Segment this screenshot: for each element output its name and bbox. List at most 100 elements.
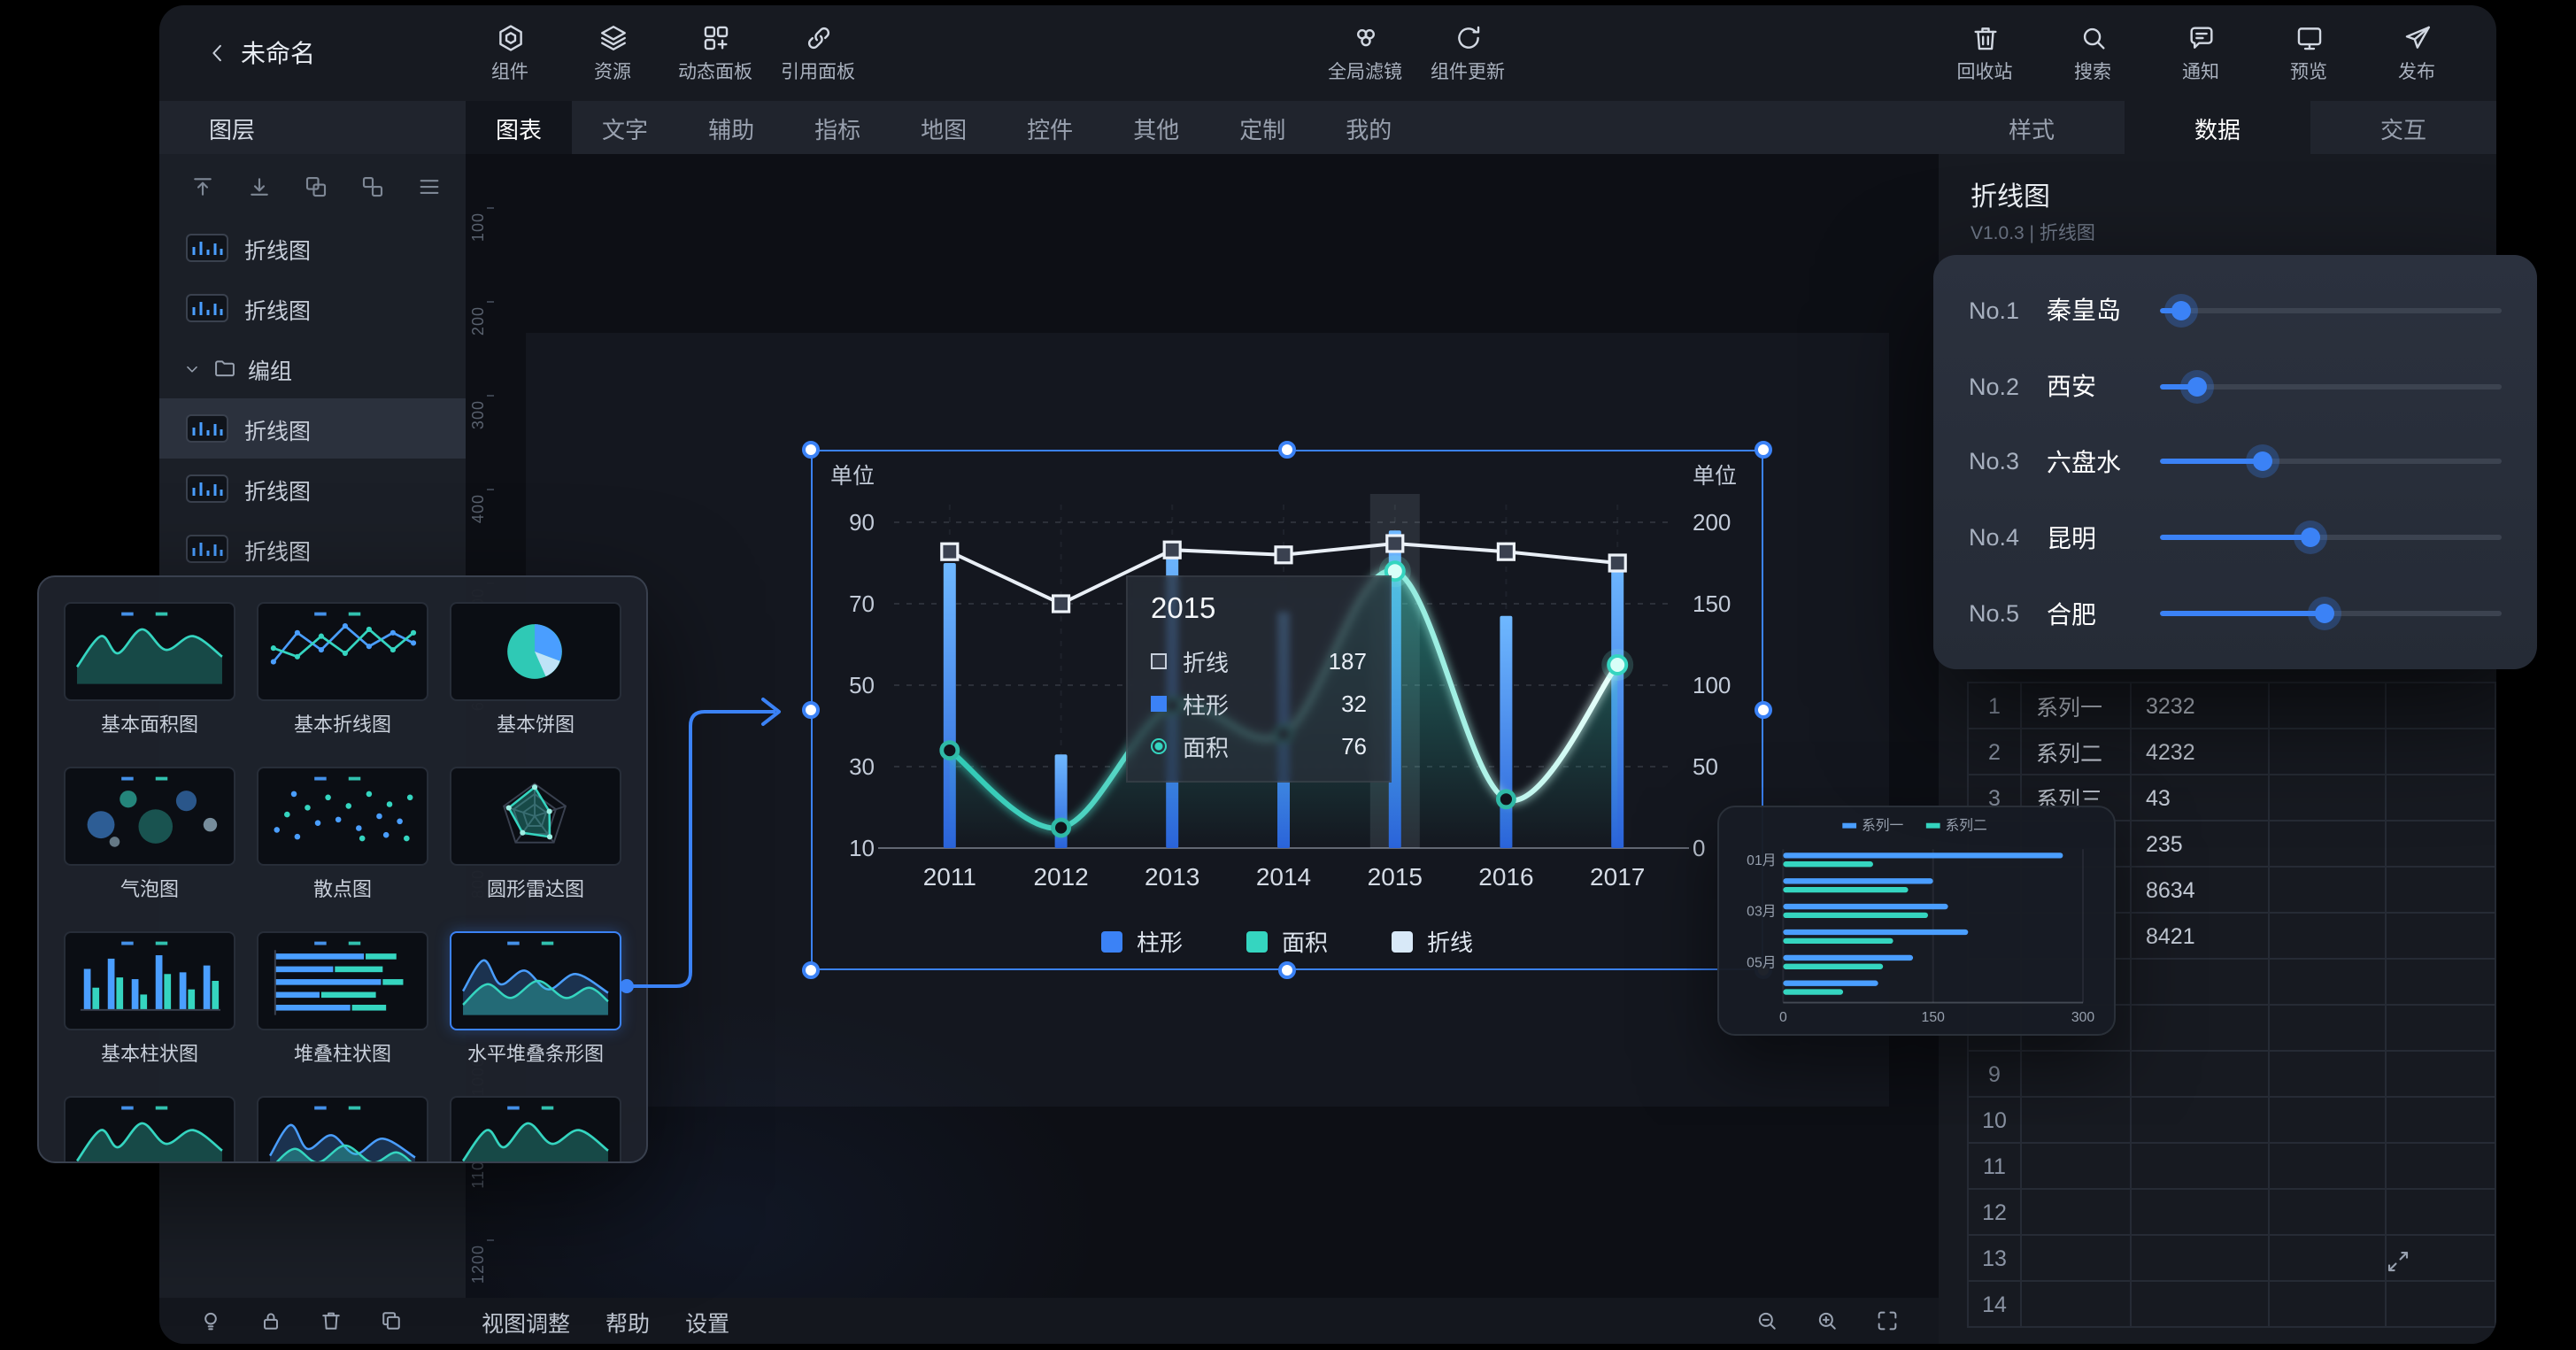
gallery-item-基本面积图[interactable]: 基本面积图 — [64, 602, 235, 738]
slider-thumb[interactable] — [2314, 604, 2333, 623]
category-tab-文字[interactable]: 文字 — [572, 101, 678, 154]
global-filter-tool[interactable]: 全局滤镜 — [1326, 22, 1404, 84]
search-tool[interactable]: 搜索 — [2054, 22, 2132, 84]
gallery-item-散点图[interactable]: 散点图 — [257, 767, 428, 903]
expand-table-icon[interactable] — [2385, 1248, 2411, 1275]
view-adjust-button[interactable]: 视图调整 — [482, 1304, 570, 1338]
value-cell[interactable] — [2132, 1282, 2270, 1326]
legend-item-柱形[interactable]: 柱形 — [1101, 924, 1183, 958]
empty-cell[interactable] — [2387, 1144, 2495, 1188]
gallery-item-partial[interactable] — [450, 1096, 621, 1163]
component-tool[interactable]: 组件 — [471, 22, 549, 84]
inspector-tab-样式[interactable]: 样式 — [1939, 101, 2125, 154]
series-name-cell[interactable] — [2022, 1144, 2132, 1188]
gallery-item-基本折线图[interactable]: 基本折线图 — [257, 602, 428, 738]
lower-layer-icon[interactable] — [246, 173, 273, 199]
selection-handle-sw[interactable] — [802, 961, 820, 979]
help-button[interactable]: 帮助 — [605, 1304, 650, 1338]
group-layers-icon[interactable] — [303, 173, 329, 199]
empty-cell[interactable] — [2387, 1282, 2495, 1326]
selection-handle-nw[interactable] — [802, 441, 820, 459]
series-name-cell[interactable] — [2022, 1052, 2132, 1096]
editor-canvas[interactable]: 100200300400500600700800900100011001200 … — [466, 154, 1939, 1298]
empty-cell[interactable] — [2270, 1144, 2387, 1188]
empty-cell[interactable] — [2270, 775, 2387, 820]
value-cell[interactable] — [2132, 1236, 2270, 1280]
value-cell[interactable] — [2132, 1006, 2270, 1050]
layer-item[interactable]: 折线图 — [159, 278, 466, 338]
empty-cell[interactable] — [2270, 729, 2387, 774]
rank-slider[interactable] — [2160, 374, 2502, 398]
empty-cell[interactable] — [2387, 822, 2495, 866]
selected-chart-component[interactable]: 单位单位907050301020015010050020112012201320… — [811, 450, 1763, 970]
layer-item[interactable]: 折线图 — [159, 459, 466, 519]
raise-layer-icon[interactable] — [189, 173, 216, 199]
layer-item[interactable]: 折线图 — [159, 218, 466, 278]
value-cell[interactable]: 8421 — [2132, 914, 2270, 958]
series-name-cell[interactable] — [2022, 1098, 2132, 1142]
empty-cell[interactable] — [2387, 960, 2495, 1004]
selection-handle-w[interactable] — [802, 701, 820, 719]
empty-cell[interactable] — [2270, 822, 2387, 866]
empty-cell[interactable] — [2270, 1052, 2387, 1096]
empty-cell[interactable] — [2270, 1236, 2387, 1280]
category-tab-地图[interactable]: 地图 — [891, 101, 997, 154]
slider-thumb[interactable] — [2253, 452, 2272, 472]
category-tab-控件[interactable]: 控件 — [997, 101, 1103, 154]
empty-cell[interactable] — [2270, 1006, 2387, 1050]
empty-cell[interactable] — [2387, 1052, 2495, 1096]
category-tab-指标[interactable]: 指标 — [784, 101, 891, 154]
duplicate-icon[interactable] — [379, 1308, 404, 1333]
series-name-cell[interactable] — [2022, 1236, 2132, 1280]
gallery-item-圆形雷达图[interactable]: 圆形雷达图 — [450, 767, 621, 903]
empty-cell[interactable] — [2270, 1098, 2387, 1142]
series-name-cell[interactable] — [2022, 1190, 2132, 1234]
hint-icon[interactable] — [198, 1308, 223, 1333]
slider-thumb[interactable] — [2187, 376, 2207, 396]
legend-item-面积[interactable]: 面积 — [1246, 924, 1328, 958]
value-cell[interactable]: 235 — [2132, 822, 2270, 866]
value-cell[interactable] — [2132, 1052, 2270, 1096]
selection-handle-ne[interactable] — [1755, 441, 1772, 459]
value-cell[interactable] — [2132, 1190, 2270, 1234]
series-name-cell[interactable] — [2022, 1282, 2132, 1326]
mini-bar-chart-panel[interactable]: 系列一系列二01月03月05月0150300 — [1717, 806, 2116, 1036]
empty-cell[interactable] — [2270, 1190, 2387, 1234]
ungroup-layers-icon[interactable] — [359, 173, 386, 199]
recycle-bin-tool[interactable]: 回收站 — [1946, 22, 2024, 84]
empty-cell[interactable] — [2387, 1098, 2495, 1142]
empty-cell[interactable] — [2270, 1282, 2387, 1326]
series-name-cell[interactable]: 系列一 — [2022, 683, 2132, 728]
empty-cell[interactable] — [2270, 960, 2387, 1004]
category-tab-图表[interactable]: 图表 — [466, 101, 572, 154]
slider-thumb[interactable] — [2171, 301, 2190, 320]
category-tab-其他[interactable]: 其他 — [1103, 101, 1209, 154]
selection-handle-n[interactable] — [1278, 441, 1296, 459]
category-tab-我的[interactable]: 我的 — [1315, 101, 1422, 154]
rank-slider[interactable] — [2160, 526, 2502, 551]
gallery-item-基本饼图[interactable]: 基本饼图 — [450, 602, 621, 738]
gallery-item-堆叠柱状图[interactable]: 堆叠柱状图 — [257, 931, 428, 1068]
delete-icon[interactable] — [319, 1308, 343, 1333]
gallery-item-气泡图[interactable]: 气泡图 — [64, 767, 235, 903]
value-cell[interactable]: 4232 — [2132, 729, 2270, 774]
empty-cell[interactable] — [2270, 914, 2387, 958]
series-name-cell[interactable]: 系列二 — [2022, 729, 2132, 774]
rank-slider[interactable] — [2160, 450, 2502, 474]
rank-slider[interactable] — [2160, 298, 2502, 323]
notification-tool[interactable]: 通知 — [2162, 22, 2240, 84]
layer-item[interactable]: 折线图 — [159, 398, 466, 459]
zoom-out-icon[interactable] — [1755, 1308, 1779, 1333]
back-button[interactable]: 未命名 — [205, 35, 315, 71]
component-update-tool[interactable]: 组件更新 — [1429, 22, 1507, 84]
gallery-item-partial[interactable] — [64, 1096, 235, 1163]
fit-view-icon[interactable] — [1875, 1308, 1900, 1333]
layer-group[interactable]: 编组 — [159, 338, 466, 398]
category-tab-定制[interactable]: 定制 — [1209, 101, 1315, 154]
legend-item-折线[interactable]: 折线 — [1392, 924, 1473, 958]
value-cell[interactable] — [2132, 960, 2270, 1004]
lock-icon[interactable] — [258, 1308, 283, 1333]
empty-cell[interactable] — [2387, 1006, 2495, 1050]
empty-cell[interactable] — [2387, 775, 2495, 820]
value-cell[interactable] — [2132, 1144, 2270, 1188]
